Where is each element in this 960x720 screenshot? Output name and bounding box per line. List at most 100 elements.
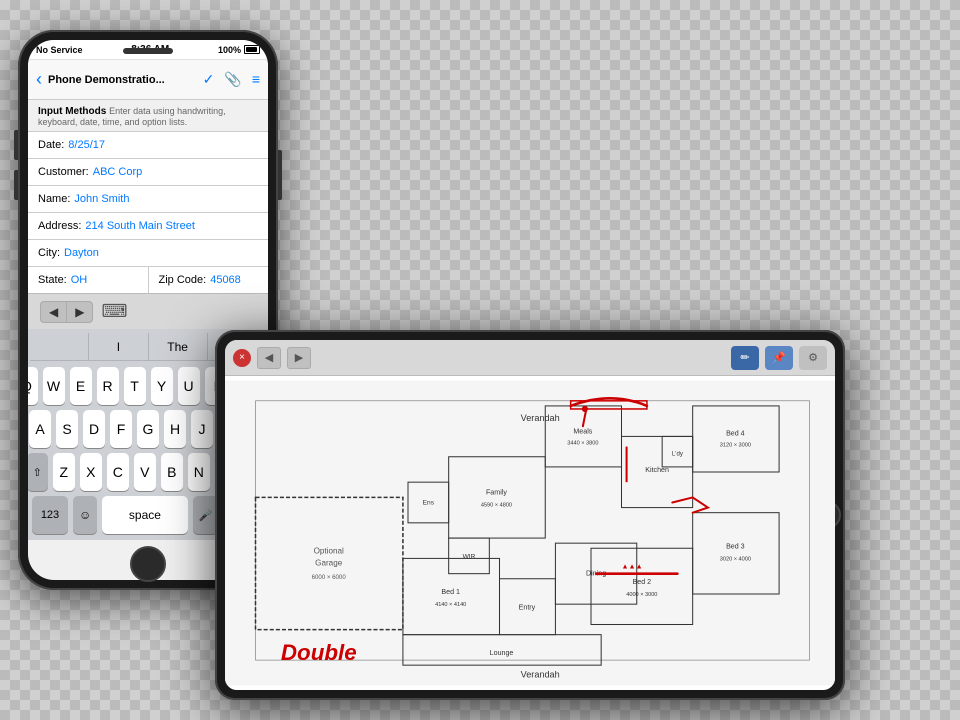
svg-text:6000 × 6000: 6000 × 6000 — [312, 574, 347, 581]
forward-nav-button[interactable]: ▶ — [287, 347, 311, 369]
key-s[interactable]: S — [56, 410, 78, 448]
city-label: City: — [38, 247, 60, 259]
key-b[interactable]: B — [161, 453, 183, 491]
key-d[interactable]: D — [83, 410, 105, 448]
key-f[interactable]: F — [110, 410, 132, 448]
name-row[interactable]: Name: John Smith — [28, 185, 268, 212]
key-c[interactable]: C — [107, 453, 129, 491]
name-label: Name: — [38, 193, 70, 205]
svg-text:Bed 1: Bed 1 — [441, 588, 460, 596]
svg-text:Bed 2: Bed 2 — [633, 578, 652, 586]
key-v[interactable]: V — [134, 453, 156, 491]
city-value: Dayton — [64, 247, 99, 259]
svg-text:3120 × 3000: 3120 × 3000 — [720, 443, 751, 449]
zip-half[interactable]: Zip Code: 45068 — [149, 266, 269, 293]
key-r[interactable]: R — [97, 367, 119, 405]
draw-tool-button[interactable]: ✏ — [731, 346, 759, 370]
volume-up-button[interactable] — [14, 130, 18, 160]
nav-actions: ✓ 📎 ≡ — [203, 71, 260, 88]
svg-text:4590 × 4800: 4590 × 4800 — [481, 503, 512, 509]
key-n[interactable]: N — [188, 453, 210, 491]
svg-text:Bed 3: Bed 3 — [726, 542, 745, 550]
key-x[interactable]: X — [80, 453, 102, 491]
svg-text:Verandah: Verandah — [521, 669, 560, 679]
key-j[interactable]: J — [191, 410, 213, 448]
svg-text:4000 × 3000: 4000 × 3000 — [626, 592, 657, 598]
battery-area: 100% — [218, 45, 260, 55]
state-half[interactable]: State: OH — [28, 266, 149, 293]
home-button[interactable] — [130, 546, 166, 582]
close-icon: × — [239, 352, 245, 363]
svg-text:Bed 4: Bed 4 — [726, 429, 745, 437]
shift-key[interactable]: ⇧ — [28, 453, 48, 491]
carrier-label: No Service — [36, 45, 83, 55]
svg-text:Entry: Entry — [519, 603, 536, 611]
paperclip-icon[interactable]: 📎 — [224, 71, 241, 88]
num-key[interactable]: 123 — [32, 496, 68, 534]
speaker — [123, 48, 173, 54]
pin-tool-button[interactable]: 📌 — [765, 346, 793, 370]
next-icon: ▶ — [75, 305, 84, 319]
address-row[interactable]: Address: 214 South Main Street — [28, 212, 268, 239]
keyboard-toggle-button[interactable]: ⌨ — [101, 301, 127, 322]
key-q[interactable]: Q — [28, 367, 38, 405]
key-e[interactable]: E — [70, 367, 92, 405]
svg-text:▲▲▲: ▲▲▲ — [622, 563, 643, 571]
form-toolbar: ◀ ▶ ⌨ — [28, 293, 268, 329]
tablet-toolbar: × ◀ ▶ ✏ 📌 ⚙ — [225, 340, 835, 376]
key-t[interactable]: T — [124, 367, 146, 405]
prediction-1[interactable]: I — [89, 333, 148, 360]
keyboard-icon: ⌨ — [101, 301, 127, 322]
svg-text:3440 × 3800: 3440 × 3800 — [567, 441, 598, 447]
key-z[interactable]: Z — [53, 453, 75, 491]
svg-text:Double: Double — [281, 640, 357, 665]
checkmark-icon[interactable]: ✓ — [203, 71, 215, 88]
key-u[interactable]: U — [178, 367, 200, 405]
tablet-landscape: × ◀ ▶ ✏ 📌 ⚙ — [215, 330, 845, 700]
tablet-screen: × ◀ ▶ ✏ 📌 ⚙ — [225, 340, 835, 690]
date-row[interactable]: Date: 8/25/17 — [28, 131, 268, 158]
floorplan-area: Verandah Meals 3440 × 3800 Bed 4 3120 × … — [225, 376, 835, 690]
svg-text:L'dy: L'dy — [672, 451, 684, 458]
forward-arrow-icon: ▶ — [295, 351, 303, 364]
prev-button[interactable]: ◀ — [40, 301, 66, 323]
prediction-2[interactable]: The — [149, 333, 208, 360]
tablet-content: × ◀ ▶ ✏ 📌 ⚙ — [225, 340, 835, 690]
section-title: Input Methods — [38, 106, 106, 117]
state-value: OH — [71, 274, 88, 286]
svg-text:Lounge: Lounge — [490, 649, 514, 657]
city-row[interactable]: City: Dayton — [28, 239, 268, 266]
close-button[interactable]: × — [233, 349, 251, 367]
menu-icon[interactable]: ≡ — [252, 71, 260, 88]
zip-label: Zip Code: — [159, 274, 207, 286]
svg-text:Garage: Garage — [315, 559, 343, 568]
next-button[interactable]: ▶ — [66, 301, 93, 323]
date-value: 8/25/17 — [68, 139, 105, 151]
settings-tool-button[interactable]: ⚙ — [799, 346, 827, 370]
zip-value: 45068 — [210, 274, 241, 286]
name-value: John Smith — [74, 193, 129, 205]
emoji-key[interactable]: ☺ — [73, 496, 97, 534]
chevron-left-icon: ‹ — [36, 69, 42, 90]
battery-icon — [244, 45, 260, 54]
floorplan-svg: Verandah Meals 3440 × 3800 Bed 4 3120 × … — [225, 376, 835, 690]
back-button[interactable]: ‹ — [36, 69, 42, 90]
key-h[interactable]: H — [164, 410, 186, 448]
key-y[interactable]: Y — [151, 367, 173, 405]
tablet-tool-buttons: ✏ 📌 ⚙ — [731, 346, 827, 370]
space-key[interactable]: space — [102, 496, 187, 534]
customer-row[interactable]: Customer: ABC Corp — [28, 158, 268, 185]
key-w[interactable]: W — [43, 367, 65, 405]
key-g[interactable]: G — [137, 410, 159, 448]
volume-down-button[interactable] — [14, 170, 18, 200]
back-arrow-icon: ◀ — [265, 351, 273, 364]
date-label: Date: — [38, 139, 64, 151]
svg-text:WIR: WIR — [463, 553, 476, 560]
key-a[interactable]: A — [29, 410, 51, 448]
back-nav-button[interactable]: ◀ — [257, 347, 281, 369]
svg-text:Ens: Ens — [423, 500, 435, 507]
pin-icon: 📌 — [772, 351, 786, 364]
power-button[interactable] — [278, 150, 282, 200]
prediction-left[interactable] — [30, 333, 89, 360]
svg-text:Meals: Meals — [573, 427, 592, 435]
